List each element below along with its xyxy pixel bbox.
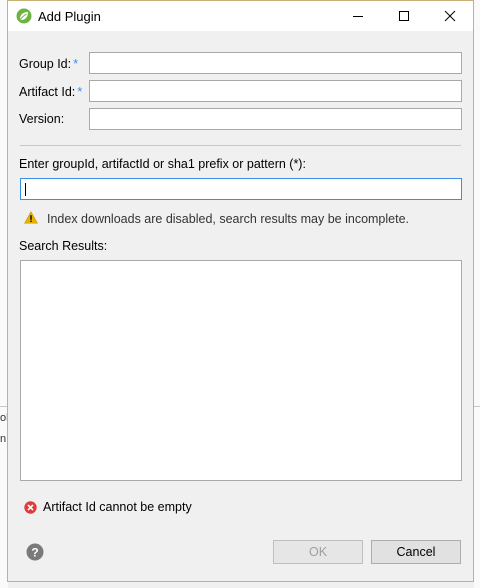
index-warning-text: Index downloads are disabled, search res…: [47, 212, 410, 226]
search-input[interactable]: [20, 178, 462, 200]
required-asterisk: *: [77, 84, 83, 99]
background-text-fragment: n: [0, 433, 7, 445]
error-icon: [24, 501, 37, 514]
background-divider-right: [474, 406, 480, 407]
group-id-label-text: Group Id:: [19, 57, 72, 71]
search-label: Enter groupId, artifactId or sha1 prefix…: [19, 157, 306, 171]
artifact-id-label-text: Artifact Id:: [19, 85, 76, 99]
search-results-label: Search Results:: [19, 239, 108, 253]
minimize-icon: [353, 16, 363, 17]
background-right-edge: [474, 0, 480, 588]
error-message: Artifact Id cannot be empty: [43, 500, 192, 514]
required-asterisk: *: [73, 56, 79, 71]
title-bar[interactable]: Add Plugin: [8, 1, 473, 31]
maximize-button[interactable]: [381, 1, 427, 31]
group-id-label: Group Id: *: [19, 56, 78, 71]
dialog-title: Add Plugin: [38, 9, 101, 24]
ok-button[interactable]: OK: [273, 540, 363, 564]
add-plugin-dialog: Add Plugin Group Id: * Artifact Id: * Vers…: [7, 0, 474, 582]
close-button[interactable]: [427, 1, 473, 31]
maximize-icon: [399, 11, 409, 21]
version-input[interactable]: [89, 108, 462, 130]
minimize-button[interactable]: [335, 1, 381, 31]
artifact-id-input[interactable]: [89, 80, 462, 102]
help-icon[interactable]: ?: [26, 543, 44, 561]
cancel-button[interactable]: Cancel: [371, 540, 461, 564]
text-cursor: [25, 183, 26, 196]
group-id-input[interactable]: [89, 52, 462, 74]
spring-leaf-icon: [16, 8, 32, 24]
separator: [20, 145, 461, 146]
version-label: Version:: [19, 112, 65, 126]
warning-icon: [24, 211, 38, 224]
svg-text:?: ?: [31, 545, 38, 559]
close-icon: [444, 10, 456, 22]
artifact-id-label: Artifact Id: *: [19, 84, 82, 99]
search-results-list[interactable]: [20, 260, 462, 481]
